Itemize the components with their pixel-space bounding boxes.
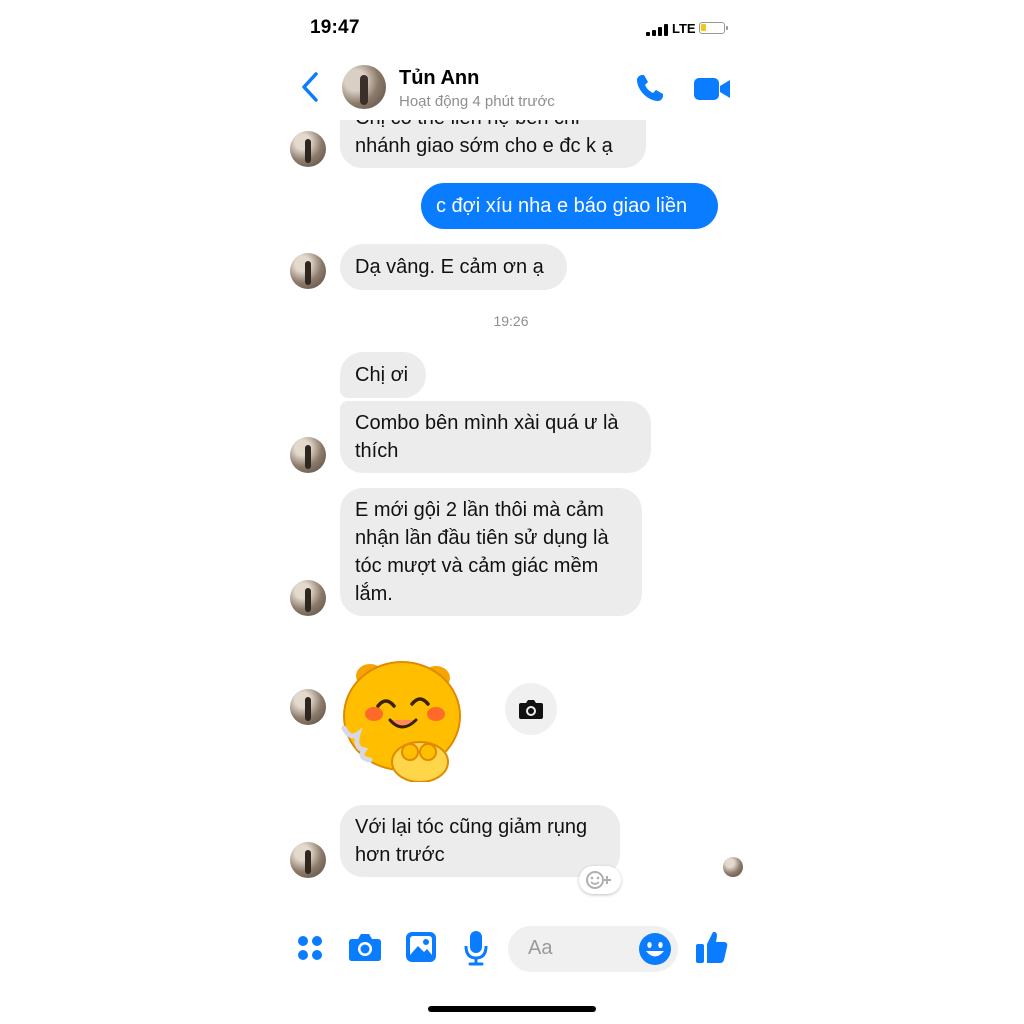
thumbs-up-icon[interactable] [695,929,729,965]
message-bubble-incoming[interactable]: Chị ơi [340,352,426,398]
contact-avatar-small[interactable] [290,580,326,616]
phone-icon[interactable] [634,72,666,104]
message-input-placeholder: Aa [528,937,553,959]
camera-icon[interactable] [348,932,382,962]
message-bubble-outgoing[interactable]: c đợi xíu nha e báo giao liền [421,183,718,229]
emoji-icon[interactable] [638,932,672,966]
message-text: E mới gội 2 lần thôi mà cảm [355,499,604,521]
add-reaction-icon [586,871,611,889]
battery-level [701,24,706,31]
contact-avatar-small[interactable] [290,689,326,725]
camera-icon [519,700,543,719]
contact-avatar[interactable] [342,65,386,109]
back-chevron-icon[interactable] [298,70,322,104]
message-text: Với lại tóc cũng giảm rụng [355,816,588,838]
message-text: c đợi xíu nha e báo giao liền [436,195,688,217]
microphone-icon[interactable] [464,930,488,966]
signal-icon [646,24,668,36]
message-text: nhánh giao sớm cho e đc k ạ [355,135,613,157]
message-bubble-incoming[interactable]: Combo bên mình xài quá ư là thích [340,401,651,473]
seen-receipt-avatar [723,857,743,877]
gallery-icon[interactable] [405,931,437,963]
message-bubble-incoming[interactable]: Với lại tóc cũng giảm rụng hơn trước [340,805,620,877]
status-time: 19:47 [310,17,360,38]
happy-yellow-bear-sticker[interactable] [340,658,466,782]
message-text: Chị ơi [355,364,409,386]
message-text: lắm. [355,583,393,605]
camera-reply-button[interactable] [505,683,557,735]
message-text: Dạ vâng. E cảm ơn ạ [355,256,544,278]
messenger-screen: 19:47 LTE Tủn Ann Hoạt động 4 phút trước… [276,0,746,1024]
message-bubble-incoming[interactable]: Dạ vâng. E cảm ơn ạ [340,244,567,290]
add-reaction-button[interactable] [579,866,621,894]
contact-avatar-small[interactable] [290,131,326,167]
message-text: Combo bên mình xài quá ư là [355,412,619,434]
message-text: tóc mượt và cảm giác mềm [355,555,599,577]
chat-header: Tủn Ann Hoạt động 4 phút trước [276,56,746,120]
contact-avatar-small[interactable] [290,253,326,289]
message-text: thích [355,440,399,462]
contact-avatar-small[interactable] [290,437,326,473]
message-text: hơn trước [355,844,445,866]
contact-name[interactable]: Tủn Ann [399,67,479,90]
contact-avatar-small[interactable] [290,842,326,878]
timestamp-divider: 19:26 [493,313,529,329]
message-text: nhận lần đầu tiên sử dụng là [355,527,609,549]
message-bubble-incoming[interactable]: E mới gội 2 lần thôi mà cảm nhận lần đầu… [340,488,642,616]
home-indicator[interactable] [428,1006,596,1012]
more-apps-icon[interactable] [296,934,324,962]
video-camera-icon[interactable] [693,76,731,102]
network-type: LTE [672,21,696,36]
battery-icon [699,22,728,34]
active-status: Hoạt động 4 phút trước [399,93,555,110]
